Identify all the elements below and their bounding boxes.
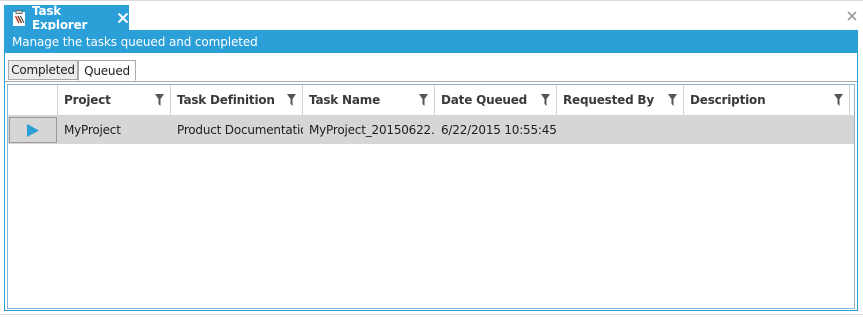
column-label: Requested By xyxy=(563,93,655,107)
subheader-text: Manage the tasks queued and completed xyxy=(12,35,258,49)
current-row-arrow-icon xyxy=(27,123,39,137)
column-header-task-name[interactable]: Task Name xyxy=(303,85,435,115)
column-label: Task Definition xyxy=(177,93,275,107)
top-divider xyxy=(0,0,863,1)
column-header-project[interactable]: Project xyxy=(58,85,171,115)
row-indicator[interactable] xyxy=(9,117,57,143)
clipboard-icon xyxy=(12,9,26,26)
tasks-grid: Project Task Definition Task Name Date Q… xyxy=(7,84,855,309)
task-explorer-tab[interactable]: Task Explorer xyxy=(4,3,129,32)
column-label: Task Name xyxy=(309,93,381,107)
tab-title: Task Explorer xyxy=(32,3,88,32)
filter-icon[interactable] xyxy=(287,94,296,106)
cell-description xyxy=(684,116,850,144)
column-header-requested-by[interactable]: Requested By xyxy=(557,85,684,115)
task-tabs: Completed Queued xyxy=(5,53,857,81)
column-header-date-queued[interactable]: Date Queued xyxy=(435,85,557,115)
table-row[interactable]: MyProject Product Documentatior MyProjec… xyxy=(8,116,854,144)
column-label: Project xyxy=(64,93,111,107)
bottom-divider xyxy=(0,314,863,315)
grid-frame: Project Task Definition Task Name Date Q… xyxy=(5,81,857,311)
column-label: Description xyxy=(690,93,766,107)
filter-icon[interactable] xyxy=(155,94,164,106)
close-icon[interactable] xyxy=(117,12,129,24)
tab-completed[interactable]: Completed xyxy=(8,60,78,80)
filter-icon[interactable] xyxy=(541,94,550,106)
filter-icon[interactable] xyxy=(668,94,677,106)
row-indicator-header xyxy=(8,85,58,115)
window-close-icon[interactable] xyxy=(847,10,857,21)
cell-date-queued: 6/22/2015 10:55:45... xyxy=(441,123,557,137)
column-header-description[interactable]: Description xyxy=(684,85,850,115)
cell-project: MyProject xyxy=(64,123,121,137)
filter-icon[interactable] xyxy=(834,94,843,106)
cell-requested-by xyxy=(557,116,684,144)
cell-task-name: MyProject_20150622.... xyxy=(309,123,435,137)
cell-task-definition: Product Documentatior xyxy=(177,123,303,137)
grid-header: Project Task Definition Task Name Date Q… xyxy=(8,85,854,116)
column-label: Date Queued xyxy=(441,93,528,107)
tab-queued[interactable]: Queued xyxy=(78,60,136,81)
filter-icon[interactable] xyxy=(419,94,428,106)
column-header-task-definition[interactable]: Task Definition xyxy=(171,85,303,115)
subheader: Manage the tasks queued and completed xyxy=(5,31,857,53)
task-explorer-panel: Manage the tasks queued and completed Co… xyxy=(4,30,858,311)
